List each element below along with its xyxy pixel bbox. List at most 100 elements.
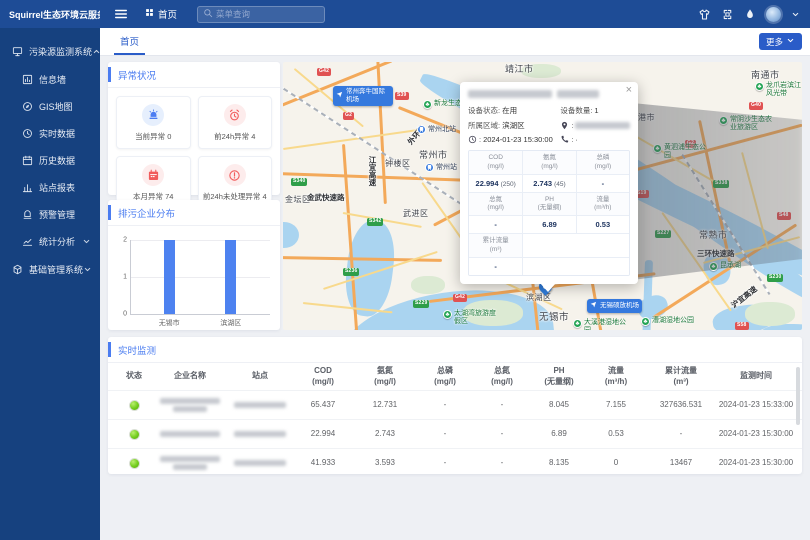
value-cell: - [474,400,530,410]
search-input[interactable] [216,9,319,19]
status-cell [116,429,152,440]
value-cell: - [474,458,530,468]
abnormal-status-panel: 异常状况 当前异常 0前24h异常 4本月异常 74前24h未处理异常 4 [108,62,280,195]
sidebar-item-历史数据[interactable]: 历史数据 [0,147,100,174]
table-scrollbar[interactable] [796,367,800,425]
chart-gridline [130,314,270,315]
monitor-time-cell: 2024-01-23 15:33:00 [718,400,794,410]
redacted-text-block [557,90,599,98]
redacted-text-block [234,460,286,466]
map-canvas[interactable]: G42G2S39G4221S38G40S19G2S48G42S58S48S340… [283,62,802,330]
column-header: 总氮(mg/l) [474,366,530,387]
tab-home[interactable]: 首页 [114,28,145,55]
redacted-text-block [234,431,286,437]
enterprise-distribution-panel: 排污企业分布 210无锡市滨湖区 [108,200,280,330]
more-button-label: 更多 [766,36,783,48]
breadcrumb-home[interactable]: 首页 [145,7,177,21]
sidebar-item-GIS地图[interactable]: GIS地图 [0,93,100,120]
map-city-label: 常州市 [419,148,448,161]
status-ok-dot [129,429,140,440]
column-header: 站点 [228,371,292,381]
menu-toggle-icon[interactable] [114,7,128,21]
map-road-label: 金武快速路 [307,192,345,203]
menu-search[interactable] [197,6,325,23]
column-header: 状态 [116,371,152,381]
chevron-down-icon [82,237,91,246]
metric-value: - [469,257,522,275]
flame-icon[interactable] [744,8,756,20]
chevron-up-icon [92,47,101,56]
device-count-label: 设备数量: [560,105,592,116]
metric-value: 22.994 (250) [469,174,522,192]
device-status-label: 设备状态: [468,105,500,116]
value-cell: - [416,458,474,468]
more-button[interactable]: 更多 [759,33,802,50]
avatar[interactable] [766,7,781,22]
sidebar-item-实时数据[interactable]: 实时数据 [0,120,100,147]
map-city-label: 靖江市 [505,62,534,75]
value-cell: 8.045 [530,400,588,410]
road-shield: S230 [767,274,783,282]
redacted-text-block [173,406,207,412]
map-poi-station: 常州北站 [417,124,456,134]
value-cell: - [416,400,474,410]
sidebar: 污染源监测系统信息墙GIS地图实时数据历史数据站点报表预警管理统计分析基础管理系… [0,28,100,540]
metric-value: 2.743 (45) [522,174,575,192]
chevron-down-icon[interactable] [791,10,800,19]
metric-header: PH(无量纲) [522,192,575,216]
app-root: Squirrel生态环境云服务平台 首页 污染源监测系统信息墙GIS地图实时数据… [0,0,810,540]
column-header: 流量(m³/h) [588,366,644,387]
abnormal-card[interactable]: 前24h异常 4 [198,96,273,149]
table-row[interactable]: 65.43712.731--8.0457.155327636.5312024-0… [108,390,802,419]
redacted-address-block [575,122,630,129]
stats-icon [21,236,33,247]
popup-metric-value-row: -6.890.53 [469,215,629,233]
chart-bar [225,240,236,314]
popup-device-info: 设备状态:在用 设备数量:1 所属区域:滨湖区 : :2024-01-23 15… [468,105,630,144]
poi-label: 大溪港湿地公园 [584,319,632,330]
sidebar-item-label: 统计分析 [39,235,75,248]
alert-icon [21,209,33,220]
value-cell: 65.437 [292,400,354,410]
metric-header: 总氮(mg/l) [469,192,522,216]
redacted-text-block [234,402,286,408]
theme-shirt-icon[interactable] [698,8,711,21]
station-name-redacted [228,460,292,466]
location-pin-icon [560,121,569,130]
park-marker-icon: ♣ [443,310,452,319]
chevron-down-icon [83,265,92,274]
topbar-actions [698,7,810,22]
column-header: COD(mg/l) [292,366,354,387]
sidebar-item-base-system[interactable]: 基础管理系统 [0,255,100,284]
plane-icon [336,91,343,101]
road-shield: S39 [395,92,409,100]
column-header: 累计流量(m³) [644,366,718,387]
park-marker-icon: ♣ [423,100,432,109]
value-cell: 3.593 [354,458,416,468]
gis-map-icon [21,101,33,112]
sidebar-item-统计分析[interactable]: 统计分析 [0,228,100,255]
screenshot-icon[interactable] [721,8,734,21]
poi-label: 无锡硕放机场 [600,302,639,310]
sidebar-item-站点报表[interactable]: 站点报表 [0,174,100,201]
history-icon [21,155,33,166]
region-value: 滨湖区 [502,120,525,131]
device-status-value: 在用 [502,105,517,116]
sidebar-item-预警管理[interactable]: 预警管理 [0,201,100,228]
realtime-table: 状态企业名称站点COD(mg/l)氨氮(mg/l)总磷(mg/l)总氮(mg/l… [108,363,802,477]
poi-label: 漕湖湿地公园 [652,317,694,325]
close-icon[interactable]: × [626,85,632,96]
table-row[interactable]: 41.9333.593--8.1350134672024-01-23 15:30… [108,448,802,477]
column-header: 氨氮(mg/l) [354,366,416,387]
metric-value: 6.89 [522,215,575,233]
value-cell: 13467 [644,458,718,468]
sidebar-item-信息墙[interactable]: 信息墙 [0,66,100,93]
table-row[interactable]: 22.9942.743--6.890.53-2024-01-23 15:30:0… [108,419,802,448]
status-cell [116,458,152,469]
value-cell: 2.743 [354,429,416,439]
company-name-redacted [152,431,228,437]
info-wall-icon [21,74,33,85]
region-label: 所属区域: [468,120,500,131]
abnormal-card[interactable]: 当前异常 0 [116,96,191,149]
sidebar-item-pollution-system[interactable]: 污染源监测系统 [0,37,100,66]
